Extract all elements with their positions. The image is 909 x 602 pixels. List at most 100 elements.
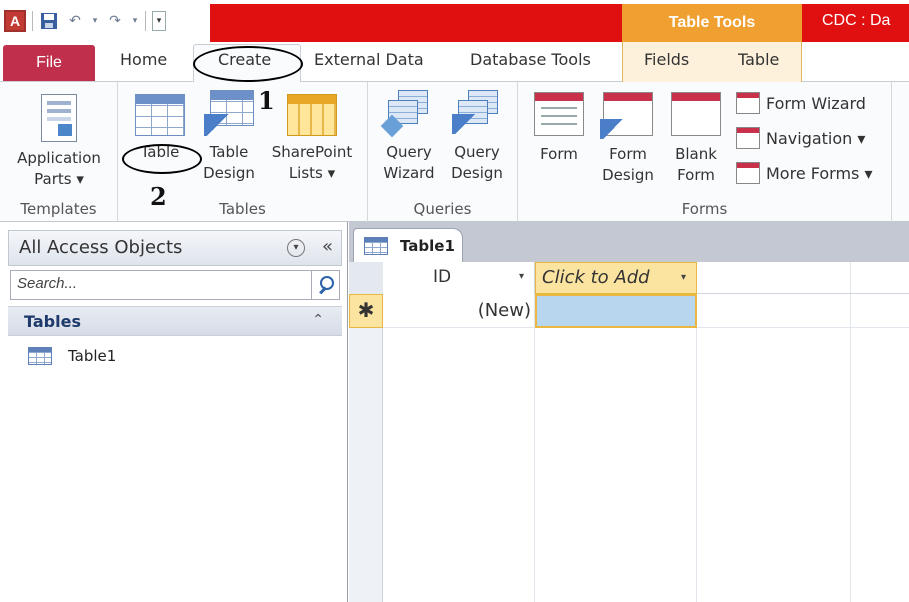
chevron-down-icon[interactable]: ▾ (287, 239, 305, 257)
tab-database-tools[interactable]: Database Tools (470, 50, 591, 69)
blank-form-label-2: Form (677, 166, 715, 184)
document-area: Table1 ID ▾ Click to Add ▾ ✱ (New) (349, 222, 909, 602)
nav-item-label: Table1 (68, 347, 117, 365)
document-tab-label: Table1 (400, 236, 455, 255)
form-design-label-2: Design (602, 166, 654, 184)
navigation-icon (736, 127, 760, 149)
nav-item-table1[interactable]: Table1 (8, 338, 342, 374)
customize-qat-icon[interactable]: ▾ (152, 11, 166, 31)
select-all-corner[interactable] (349, 262, 383, 294)
new-record-marker-icon[interactable]: ✱ (349, 294, 383, 328)
query-wizard-label-1: Query (386, 143, 432, 161)
access-logo-icon[interactable]: A (4, 10, 26, 32)
redo-dropdown-icon[interactable]: ▾ (131, 11, 139, 31)
form-label: Form (540, 145, 578, 163)
query-wizard-label-2: Wizard (383, 164, 435, 182)
redo-icon[interactable]: ↷ (105, 11, 125, 31)
navigation-label: Navigation ▾ (766, 128, 866, 148)
new-record-id-cell[interactable]: (New) (383, 294, 535, 328)
application-parts-label-2: Parts ▾ (34, 170, 84, 188)
search-icon[interactable] (312, 270, 340, 300)
annotation-circle-create (193, 46, 303, 82)
sharepoint-lists-icon (287, 94, 337, 136)
query-design-label-1: Query (454, 143, 500, 161)
query-wizard-icon (380, 90, 434, 138)
form-design-label-1: Form (609, 145, 647, 163)
table-icon (28, 347, 52, 365)
tab-home[interactable]: Home (120, 50, 167, 69)
group-label-queries: Queries (413, 200, 472, 218)
new-record-row: ✱ (New) (349, 294, 909, 328)
title-bar-background (210, 4, 909, 42)
query-wizard-button[interactable]: Query Wizard (376, 90, 442, 184)
ribbon-tabs: File Home Create External Data Database … (0, 42, 909, 83)
header-row: ID ▾ Click to Add ▾ (349, 262, 909, 294)
shutter-bar-close-icon[interactable]: « (322, 236, 333, 257)
blank-form-icon (671, 92, 721, 136)
sharepoint-label-1: SharePoint (271, 143, 353, 161)
column-header-click-to-add[interactable]: Click to Add ▾ (535, 262, 697, 294)
undo-icon[interactable]: ↶ (65, 11, 85, 31)
tab-fields[interactable]: Fields (644, 50, 689, 69)
blank-form-label-1: Blank (675, 145, 717, 163)
datasheet-grid[interactable]: ID ▾ Click to Add ▾ ✱ (New) (349, 262, 909, 602)
nav-pane-header[interactable]: All Access Objects ▾ « (8, 230, 342, 266)
add-field-dropdown-icon[interactable]: ▾ (681, 272, 686, 283)
undo-dropdown-icon[interactable]: ▾ (91, 11, 99, 31)
form-button[interactable]: Form (528, 92, 590, 165)
application-parts-button[interactable]: Application Parts ▾ (6, 94, 112, 190)
new-record-active-cell[interactable] (535, 294, 697, 328)
document-tab-table1[interactable]: Table1 (353, 228, 463, 262)
column-header-label: Click to Add (542, 267, 650, 288)
sort-dropdown-icon[interactable]: ▾ (519, 271, 524, 282)
tab-external-data[interactable]: External Data (314, 50, 424, 69)
ribbon: Application Parts ▾ Templates Table Tabl… (0, 82, 909, 222)
table-design-button[interactable]: Table Design (198, 90, 260, 184)
nav-group-label: Tables (24, 312, 81, 331)
form-wizard-label: Form Wizard (766, 93, 866, 113)
annotation-circle-table (122, 144, 202, 174)
more-forms-label: More Forms ▾ (766, 163, 873, 183)
table-design-label-2: Design (203, 164, 255, 182)
blank-form-button[interactable]: Blank Form (664, 92, 728, 186)
table-icon (364, 236, 388, 255)
window-title: CDC : Da (822, 12, 891, 29)
query-design-icon (452, 90, 502, 134)
form-icon (534, 92, 584, 136)
collapse-chevron-icon: ⌃ (312, 312, 324, 328)
application-parts-label-1: Application (17, 149, 101, 167)
qat-separator (145, 11, 146, 31)
qat-separator (32, 11, 33, 31)
group-templates: Application Parts ▾ Templates (0, 82, 118, 222)
form-wizard-button[interactable]: Form Wizard (736, 90, 866, 116)
navigation-pane: All Access Objects ▾ « Search... Tables … (0, 222, 348, 602)
nav-pane-title: All Access Objects (19, 237, 183, 258)
application-parts-icon (41, 94, 77, 142)
search-input[interactable]: Search... (10, 270, 312, 300)
nav-group-tables[interactable]: Tables ⌃ (8, 306, 342, 336)
form-design-icon (600, 92, 653, 139)
quick-access-toolbar: A ↶ ▾ ↷ ▾ ▾ (4, 8, 166, 34)
sharepoint-label-2: Lists ▾ (288, 164, 336, 182)
annotation-step-1: 1 (258, 86, 275, 115)
table-design-label-1: Table (209, 143, 249, 161)
form-design-button[interactable]: Form Design (596, 92, 660, 186)
save-icon[interactable] (39, 11, 59, 31)
table-tools-label: Table Tools (668, 14, 756, 31)
table-design-icon (204, 90, 254, 136)
query-design-label-2: Design (451, 164, 503, 182)
query-design-button[interactable]: Query Design (444, 90, 510, 184)
group-label-forms: Forms (681, 200, 728, 218)
more-forms-button[interactable]: More Forms ▾ (736, 160, 873, 186)
tab-file[interactable]: File (3, 45, 95, 81)
tab-table[interactable]: Table (738, 50, 779, 69)
table-icon (135, 94, 185, 136)
group-label-templates: Templates (20, 200, 97, 218)
form-wizard-icon (736, 92, 760, 114)
column-header-label: ID (433, 267, 452, 287)
navigation-button[interactable]: Navigation ▾ (736, 125, 865, 151)
sharepoint-lists-button[interactable]: SharePoint Lists ▾ (264, 94, 360, 184)
more-forms-icon (736, 162, 760, 184)
column-header-id[interactable]: ID ▾ (383, 262, 535, 294)
group-queries: Query Wizard Query Design Queries (368, 82, 518, 222)
